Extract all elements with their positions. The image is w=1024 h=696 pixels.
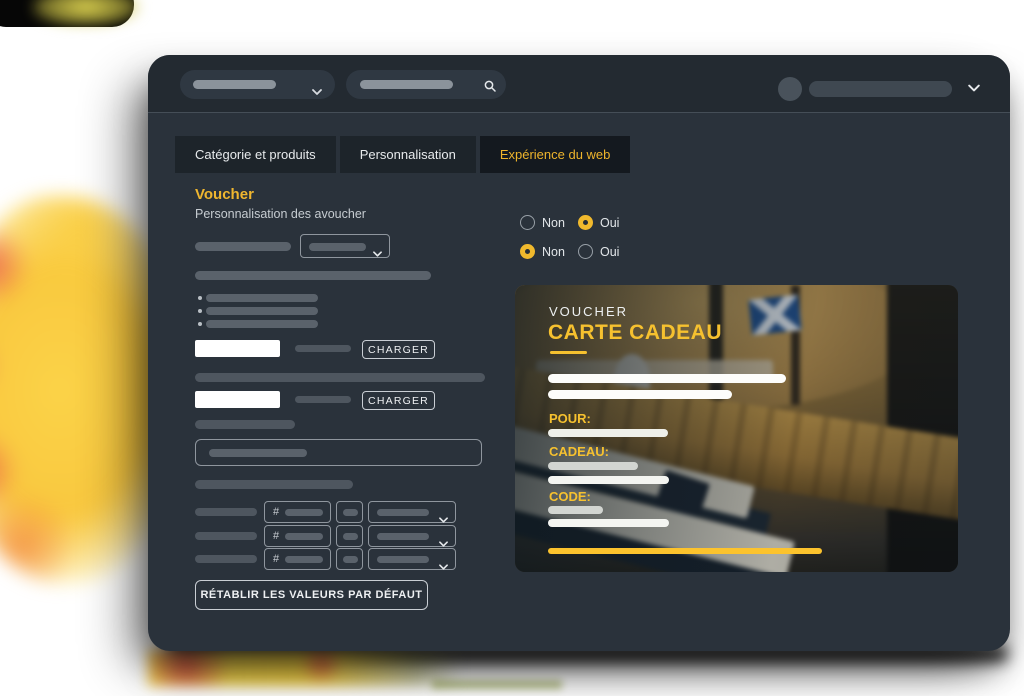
file-input[interactable]: [195, 391, 280, 408]
voucher-value-placeholder: [548, 519, 669, 527]
tab-label: Catégorie et produits: [195, 147, 316, 162]
file-name-placeholder: [295, 396, 351, 403]
avatar[interactable]: [778, 77, 802, 101]
chevron-down-icon: [373, 244, 382, 262]
voucher-card-content: VOUCHER CARTE CADEAU POUR: CADEAU: CODE:: [515, 285, 958, 572]
style-select[interactable]: [368, 501, 456, 523]
voucher-text-placeholder: [548, 374, 786, 383]
radio-row2-non[interactable]: [520, 244, 535, 259]
voucher-preview-card: VOUCHER CARTE CADEAU POUR: CADEAU: CODE:: [515, 285, 958, 572]
row-label-placeholder: [195, 532, 257, 540]
deco-bottom-yellow-glow: [148, 650, 463, 686]
bullet-icon: [198, 296, 202, 300]
row-label-placeholder: [195, 555, 257, 563]
file-name-placeholder: [295, 345, 351, 352]
hex-color-input[interactable]: #: [264, 525, 331, 547]
topbar-search[interactable]: [346, 70, 506, 99]
input-value-placeholder: [343, 556, 358, 563]
radio-label: Non: [542, 216, 565, 230]
radio-label: Non: [542, 245, 565, 259]
voucher-value-placeholder: [548, 462, 638, 470]
reset-defaults-button[interactable]: RÉTABLIR LES VALEURS PAR DÉFAUT: [195, 580, 428, 610]
voucher-field-label: CADEAU:: [549, 444, 609, 459]
radio-row2-oui[interactable]: [578, 244, 593, 259]
chevron-down-icon[interactable]: [968, 79, 980, 97]
hex-color-input[interactable]: #: [264, 501, 331, 523]
tab-label: Expérience du web: [499, 147, 611, 162]
tab-experience-du-web[interactable]: Expérience du web: [479, 136, 631, 173]
hash-prefix: #: [273, 506, 280, 518]
size-input[interactable]: [336, 548, 363, 570]
tab-label: Personnalisation: [359, 147, 456, 162]
select-value-placeholder: [377, 533, 429, 540]
topbar-dropdown[interactable]: [180, 70, 335, 99]
tab-categorie-et-produits[interactable]: Catégorie et produits: [175, 136, 336, 173]
input-value-placeholder: [285, 509, 323, 516]
chevron-down-icon: [439, 557, 448, 575]
voucher-title: CARTE CADEAU: [548, 321, 722, 344]
bullet-icon: [198, 309, 202, 313]
input-value-placeholder: [343, 509, 358, 516]
hash-prefix: #: [273, 553, 280, 565]
reset-defaults-label: RÉTABLIR LES VALEURS PAR DÉFAUT: [200, 589, 423, 601]
charger-button[interactable]: CHARGER: [362, 391, 435, 410]
deco-top-yellow-glow: [32, 0, 140, 26]
charger-button-label: CHARGER: [368, 343, 429, 356]
select-value-placeholder: [377, 509, 429, 516]
row-label-placeholder: [195, 508, 257, 516]
bullet-text-placeholder: [206, 320, 318, 328]
radio-label: Oui: [600, 216, 620, 230]
input-value-placeholder: [285, 533, 323, 540]
input-value-placeholder: [209, 449, 307, 457]
field-label-placeholder: [195, 242, 291, 251]
voucher-value-placeholder: [548, 429, 668, 437]
section-label-placeholder: [195, 480, 353, 489]
voucher-value-placeholder: [548, 506, 603, 514]
bullet-icon: [198, 322, 202, 326]
message-input[interactable]: [195, 439, 482, 466]
voucher-value-placeholder: [548, 476, 669, 484]
deco-bottom-green-smear: [432, 680, 562, 689]
hash-prefix: #: [273, 530, 280, 542]
voucher-field-label: CODE:: [549, 489, 591, 504]
radio-label: Oui: [600, 245, 620, 259]
voucher-text-placeholder: [548, 390, 732, 399]
search-icon: [484, 79, 496, 97]
size-input[interactable]: [336, 525, 363, 547]
voucher-title-underline: [550, 351, 587, 354]
page: Catégorie et produits Personnalisation E…: [0, 0, 1024, 696]
style-select[interactable]: [368, 525, 456, 547]
voucher-kicker: VOUCHER: [549, 304, 629, 319]
text-placeholder: [195, 271, 431, 280]
text-placeholder: [195, 373, 485, 382]
font-select[interactable]: [300, 234, 390, 258]
placeholder-bar: [360, 80, 453, 89]
radio-row1-oui[interactable]: [578, 215, 593, 230]
bullet-text-placeholder: [206, 307, 318, 315]
tab-personnalisation[interactable]: Personnalisation: [339, 136, 476, 173]
charger-button[interactable]: CHARGER: [362, 340, 435, 359]
page-subtitle: Personnalisation des avoucher: [195, 207, 366, 221]
charger-button-label: CHARGER: [368, 394, 429, 407]
placeholder-bar: [193, 80, 276, 89]
bullet-text-placeholder: [206, 294, 318, 302]
topbar: [148, 55, 1010, 113]
tab-bar: Catégorie et produits Personnalisation E…: [175, 136, 631, 173]
app-window: Catégorie et produits Personnalisation E…: [148, 55, 1010, 651]
hex-color-input[interactable]: #: [264, 548, 331, 570]
voucher-field-label: POUR:: [549, 411, 591, 426]
radio-row1-non[interactable]: [520, 215, 535, 230]
chevron-down-icon: [312, 82, 322, 100]
file-input[interactable]: [195, 340, 280, 357]
input-value-placeholder: [343, 533, 358, 540]
input-value-placeholder: [285, 556, 323, 563]
select-value-placeholder: [377, 556, 429, 563]
field-label-placeholder: [195, 420, 295, 429]
page-title: Voucher: [195, 186, 254, 203]
size-input[interactable]: [336, 501, 363, 523]
select-value-placeholder: [309, 243, 366, 251]
voucher-yellow-bar: [548, 548, 822, 554]
style-select[interactable]: [368, 548, 456, 570]
user-name-placeholder: [809, 81, 952, 97]
